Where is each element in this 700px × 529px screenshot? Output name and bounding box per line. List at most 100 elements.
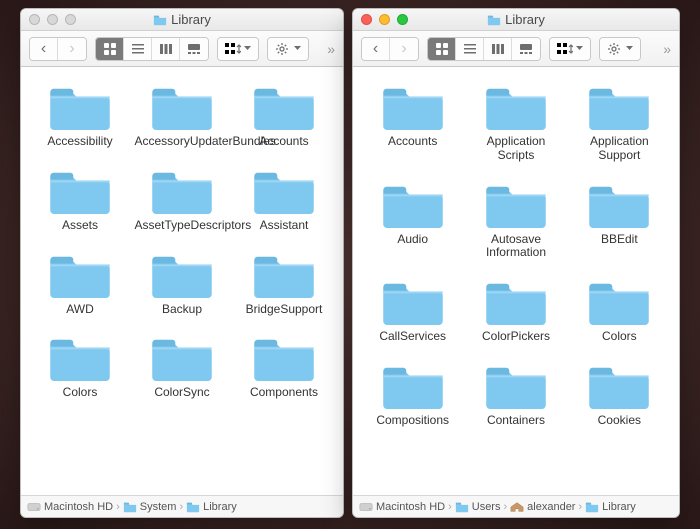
folder-item[interactable]: Colors <box>568 278 671 344</box>
folder-item[interactable]: CallServices <box>361 278 464 344</box>
view-column-button[interactable] <box>484 38 512 60</box>
folder-item[interactable]: AccessoryUpdaterBundles <box>131 83 233 149</box>
path-segment[interactable]: Macintosh HD <box>27 501 113 513</box>
minimize-button[interactable] <box>47 14 58 25</box>
arrange-menu[interactable] <box>549 37 591 61</box>
content-area[interactable]: Accounts Application Scripts Application… <box>353 67 679 495</box>
folder-icon <box>253 167 315 215</box>
folder-label: Accounts <box>259 135 308 149</box>
titlebar: Library <box>21 9 343 31</box>
path-label: Library <box>602 501 636 513</box>
view-icon-button[interactable] <box>428 38 456 60</box>
toolbar-overflow[interactable]: » <box>327 41 335 57</box>
nav-buttons: ‹› <box>361 37 419 61</box>
back-button[interactable]: ‹ <box>30 38 58 60</box>
folder-label: AWD <box>66 303 94 317</box>
folder-item[interactable]: ColorSync <box>131 334 233 400</box>
folder-label: BridgeSupport <box>246 303 323 317</box>
path-bar: Macintosh HD›Users›alexander›Library <box>353 495 679 517</box>
folder-icon <box>455 501 469 513</box>
folder-item[interactable]: Assistant <box>233 167 335 233</box>
path-label: alexander <box>527 501 575 513</box>
folder-item[interactable]: Compositions <box>361 362 464 428</box>
arrange-menu[interactable] <box>217 37 259 61</box>
path-segment[interactable]: alexander <box>510 501 575 513</box>
icon-grid: Accessibility AccessoryUpdaterBundles Ac… <box>21 67 343 404</box>
folder-item[interactable]: Accounts <box>361 83 464 163</box>
folder-item[interactable]: Cookies <box>568 362 671 428</box>
folder-label: AccessoryUpdaterBundles <box>135 135 230 149</box>
view-list-button[interactable] <box>124 38 152 60</box>
folder-item[interactable]: Backup <box>131 251 233 317</box>
folder-label: Accessibility <box>47 135 112 149</box>
content-area[interactable]: Accessibility AccessoryUpdaterBundles Ac… <box>21 67 343 495</box>
titlebar: Library <box>353 9 679 31</box>
folder-icon <box>151 83 213 131</box>
view-icon-button[interactable] <box>96 38 124 60</box>
folder-label: Accounts <box>388 135 437 149</box>
folder-item[interactable]: ColorPickers <box>464 278 567 344</box>
folder-item[interactable]: Assets <box>29 167 131 233</box>
folder-item[interactable]: Application Scripts <box>464 83 567 163</box>
folder-item[interactable]: Audio <box>361 181 464 261</box>
folder-icon <box>487 14 501 26</box>
chevron-right-icon: › <box>503 501 507 513</box>
folder-label: Autosave Information <box>468 233 563 261</box>
home-icon <box>510 501 524 513</box>
folder-item[interactable]: AssetTypeDescriptors <box>131 167 233 233</box>
folder-item[interactable]: Components <box>233 334 335 400</box>
folder-label: Containers <box>487 414 545 428</box>
close-button[interactable] <box>29 14 40 25</box>
folder-item[interactable]: Accessibility <box>29 83 131 149</box>
traffic-lights <box>361 14 408 25</box>
folder-item[interactable]: Accounts <box>233 83 335 149</box>
folder-icon <box>253 83 315 131</box>
folder-icon <box>485 181 547 229</box>
disk-icon <box>359 501 373 513</box>
folder-item[interactable]: AWD <box>29 251 131 317</box>
folder-icon <box>382 362 444 410</box>
action-menu[interactable] <box>599 37 641 61</box>
folder-label: Cookies <box>598 414 641 428</box>
minimize-button[interactable] <box>379 14 390 25</box>
view-column-button[interactable] <box>152 38 180 60</box>
toolbar-overflow[interactable]: » <box>663 41 671 57</box>
zoom-button[interactable] <box>397 14 408 25</box>
folder-item[interactable]: Autosave Information <box>464 181 567 261</box>
folder-icon <box>151 167 213 215</box>
chevron-right-icon: › <box>578 501 582 513</box>
folder-item[interactable]: BBEdit <box>568 181 671 261</box>
folder-icon <box>49 251 111 299</box>
forward-button[interactable]: › <box>58 38 86 60</box>
chevron-right-icon: › <box>116 501 120 513</box>
folder-label: Compositions <box>376 414 449 428</box>
folder-icon <box>585 501 599 513</box>
back-button[interactable]: ‹ <box>362 38 390 60</box>
view-gallery-button[interactable] <box>512 38 540 60</box>
action-menu[interactable] <box>267 37 309 61</box>
path-segment[interactable]: Library <box>186 501 237 513</box>
folder-icon <box>485 362 547 410</box>
folder-icon <box>186 501 200 513</box>
close-button[interactable] <box>361 14 372 25</box>
folder-icon <box>485 278 547 326</box>
folder-icon <box>151 251 213 299</box>
path-label: Macintosh HD <box>376 501 445 513</box>
folder-item[interactable]: Containers <box>464 362 567 428</box>
folder-label: ColorPickers <box>482 330 550 344</box>
zoom-button[interactable] <box>65 14 76 25</box>
path-label: Users <box>472 501 501 513</box>
folder-item[interactable]: Colors <box>29 334 131 400</box>
folder-item[interactable]: BridgeSupport <box>233 251 335 317</box>
view-list-button[interactable] <box>456 38 484 60</box>
forward-button[interactable]: › <box>390 38 418 60</box>
folder-item[interactable]: Application Support <box>568 83 671 163</box>
path-segment[interactable]: System <box>123 501 177 513</box>
icon-grid: Accounts Application Scripts Application… <box>353 67 679 432</box>
path-segment[interactable]: Macintosh HD <box>359 501 445 513</box>
view-gallery-button[interactable] <box>180 38 208 60</box>
folder-label: AssetTypeDescriptors <box>135 219 230 233</box>
path-segment[interactable]: Users <box>455 501 501 513</box>
folder-icon <box>151 334 213 382</box>
path-segment[interactable]: Library <box>585 501 636 513</box>
